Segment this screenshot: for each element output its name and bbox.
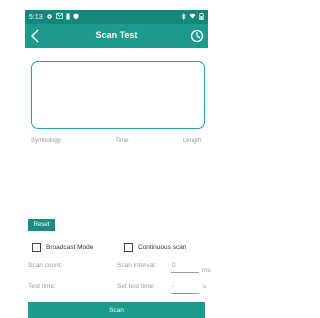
reset-button[interactable]: Reset bbox=[28, 219, 55, 231]
set-test-time-input[interactable]: - bbox=[172, 283, 174, 290]
continuous-scan-option[interactable]: Continuous scan bbox=[124, 243, 186, 252]
test-time-label: Test time: bbox=[28, 283, 56, 290]
status-time: 5:13 bbox=[29, 13, 43, 21]
broadcast-mode-label: Broadcast Mode bbox=[46, 244, 94, 251]
scan-result-textarea[interactable] bbox=[31, 61, 205, 129]
scan-interval-unit: ms bbox=[202, 267, 211, 274]
scan-interval-underline bbox=[171, 272, 199, 273]
scan-interval-input[interactable]: 0 bbox=[172, 262, 176, 269]
scan-info-row: Symbology: Time: Length: bbox=[31, 138, 203, 144]
sim-icon bbox=[66, 12, 70, 22]
set-test-time-label: Set test time: bbox=[117, 283, 155, 290]
wifi-icon bbox=[189, 13, 196, 21]
status-left: 5:13 bbox=[29, 12, 79, 22]
gear-icon bbox=[46, 13, 53, 22]
scan-count-label: Scan count: bbox=[28, 262, 63, 269]
mail-icon bbox=[55, 13, 63, 21]
scan-test-screen: 5:13 Scan Test Symbology: Time: Length: … bbox=[25, 10, 211, 318]
broadcast-mode-option[interactable]: Broadcast Mode bbox=[32, 243, 93, 252]
set-test-time-unit: s bbox=[203, 283, 207, 290]
set-test-time-underline bbox=[171, 293, 199, 294]
status-bar: 5:13 bbox=[25, 10, 208, 24]
continuous-scan-checkbox[interactable] bbox=[124, 243, 133, 252]
page-title: Scan Test bbox=[95, 30, 138, 40]
scan-interval-label: Scan interval: bbox=[117, 262, 157, 269]
battery-icon bbox=[199, 12, 204, 22]
continuous-scan-label: Continuous scan bbox=[138, 244, 187, 251]
broadcast-mode-checkbox[interactable] bbox=[32, 243, 41, 252]
timer-icon[interactable] bbox=[189, 28, 205, 44]
shield-icon bbox=[73, 13, 79, 22]
length-label: Length: bbox=[182, 138, 203, 144]
bluetooth-icon bbox=[181, 12, 186, 22]
scan-button[interactable]: Scan bbox=[28, 302, 205, 318]
symbology-label: Symbology: bbox=[31, 138, 63, 144]
app-bar: Scan Test bbox=[25, 24, 208, 48]
status-right bbox=[181, 12, 204, 22]
time-label: Time: bbox=[115, 138, 131, 144]
